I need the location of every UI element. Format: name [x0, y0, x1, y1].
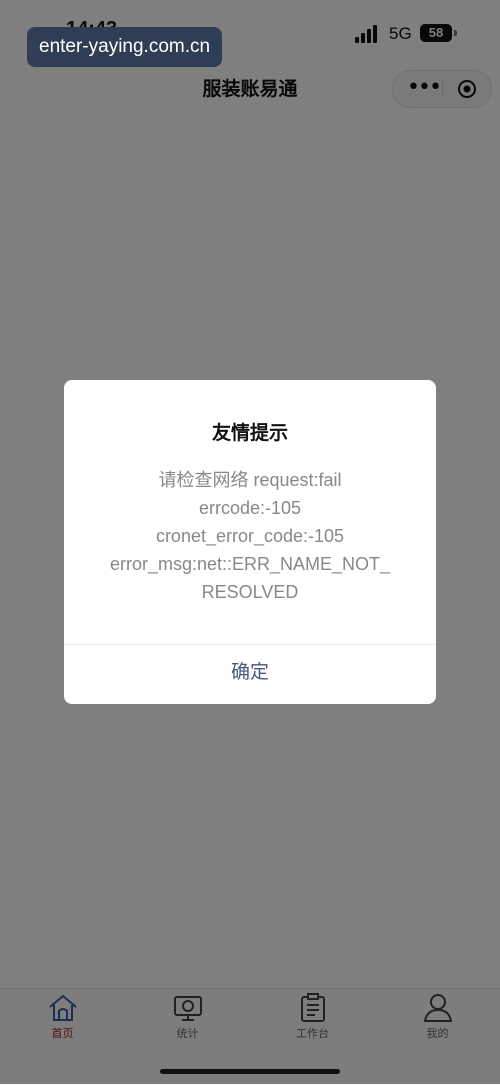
alert-dialog: 友情提示 请检查网络 request:fail errcode:-105 cro… [64, 380, 436, 704]
app-screen: 14:43 5G 58 服装账易通 ••• 首页 [0, 0, 500, 1085]
home-indicator [160, 1069, 340, 1074]
message-line: error_msg:net::ERR_NAME_NOT_ [109, 554, 391, 574]
message-line: errcode:-105 [198, 498, 302, 518]
message-line: RESOLVED [201, 582, 299, 602]
dialog-title: 友情提示 [211, 422, 288, 444]
message-line: 请检查网络 request:fail [158, 470, 342, 490]
dialog-message: 请检查网络 request:fail errcode:-105 cronet_e… [90, 466, 410, 606]
message-line: cronet_error_code:-105 [155, 526, 345, 546]
url-overlay: enter-yaying.com.cn [27, 27, 223, 67]
confirm-button[interactable]: 确定 [64, 644, 436, 704]
